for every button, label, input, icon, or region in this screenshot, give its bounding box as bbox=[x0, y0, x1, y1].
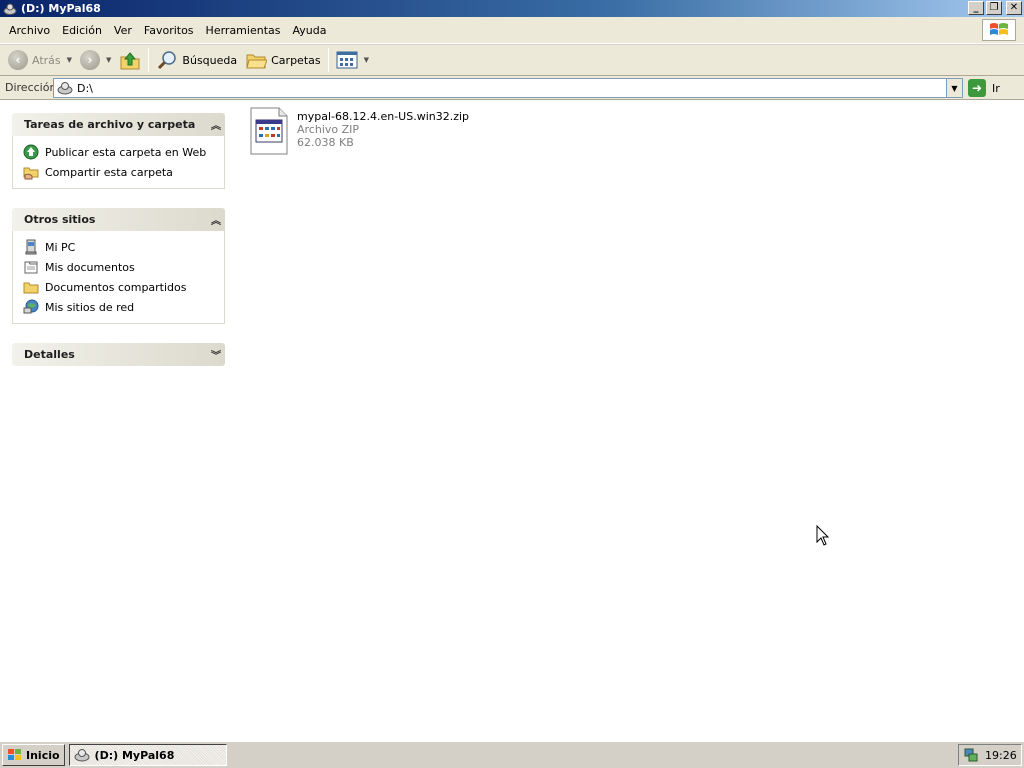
tasks-pane-title: Tareas de archivo y carpeta bbox=[24, 118, 196, 131]
go-label: Ir bbox=[992, 81, 1000, 95]
share-folder-icon bbox=[23, 167, 39, 180]
windows-logo-icon bbox=[982, 19, 1016, 41]
details-header[interactable]: Detalles ︾ bbox=[12, 343, 225, 366]
menu-ver[interactable]: Ver bbox=[108, 22, 138, 39]
other-places-header[interactable]: Otros sitios ︽ bbox=[12, 208, 225, 231]
share-folder-link[interactable]: Compartir esta carpeta bbox=[23, 162, 224, 182]
forward-button[interactable]: › ▼ bbox=[76, 47, 115, 73]
collapse-icon[interactable]: ︽ bbox=[211, 117, 221, 132]
drive-icon bbox=[74, 749, 90, 762]
share-folder-label: Compartir esta carpeta bbox=[45, 165, 173, 179]
go-arrow-icon: ➜ bbox=[968, 79, 986, 97]
taskbar-window-label: (D:) MyPal68 bbox=[94, 748, 175, 762]
minimize-button[interactable]: _ bbox=[968, 1, 984, 15]
views-icon bbox=[336, 51, 358, 69]
taskbar: Inicio (D:) MyPal68 19:26 bbox=[0, 741, 1024, 768]
details-title: Detalles bbox=[24, 348, 75, 361]
tasks-pane: Tareas de archivo y carpeta ︽ Publicar e… bbox=[12, 113, 225, 189]
toolbar-separator bbox=[327, 48, 329, 72]
file-type: Archivo ZIP bbox=[297, 123, 360, 136]
search-label: Búsqueda bbox=[182, 53, 238, 67]
search-button[interactable]: Búsqueda bbox=[152, 47, 241, 73]
shared-documents-label: Documentos compartidos bbox=[45, 280, 187, 294]
title-bar[interactable]: (D:) MyPal68 _ ❐ ✕ bbox=[0, 0, 1024, 17]
back-label: Atrás bbox=[32, 53, 61, 67]
standard-toolbar: ‹ Atrás ▼ › ▼ Búsqueda Carpetas ▼ bbox=[0, 44, 1024, 76]
taskbar-window-item[interactable]: (D:) MyPal68 bbox=[68, 744, 227, 766]
up-folder-icon bbox=[120, 52, 140, 70]
address-dropdown-button[interactable]: ▼ bbox=[946, 79, 962, 97]
system-tray: 19:26 bbox=[958, 744, 1022, 766]
mouse-cursor-icon bbox=[816, 525, 830, 546]
restore-button[interactable]: ❐ bbox=[986, 1, 1002, 15]
web-publish-icon bbox=[23, 144, 39, 160]
drive-icon bbox=[57, 82, 73, 95]
file-size: 62.038 KB bbox=[297, 136, 354, 149]
my-documents-icon bbox=[24, 261, 38, 274]
address-value: D:\ bbox=[77, 81, 93, 95]
menu-ayuda[interactable]: Ayuda bbox=[286, 22, 332, 39]
window-title: (D:) MyPal68 bbox=[21, 2, 101, 15]
back-dropdown-icon: ▼ bbox=[66, 56, 73, 64]
forward-dropdown-icon: ▼ bbox=[106, 56, 112, 64]
back-button[interactable]: ‹ Atrás ▼ bbox=[4, 47, 76, 73]
drive-icon bbox=[3, 3, 17, 15]
menu-favoritos[interactable]: Favoritos bbox=[138, 22, 200, 39]
address-label: Dirección bbox=[5, 81, 57, 94]
my-computer-link[interactable]: Mi PC bbox=[23, 237, 224, 257]
address-input[interactable]: D:\ ▼ bbox=[53, 78, 963, 98]
network-places-label: Mis sitios de red bbox=[45, 300, 135, 314]
toolbar-separator bbox=[148, 48, 150, 72]
my-documents-label: Mis documentos bbox=[45, 260, 135, 274]
menu-herramientas[interactable]: Herramientas bbox=[200, 22, 287, 39]
go-button[interactable]: ➜ Ir bbox=[968, 79, 1000, 97]
other-places-pane: Otros sitios ︽ Mi PC Mis documentos Docu… bbox=[12, 208, 225, 324]
address-bar: Dirección D:\ ▼ ➜ Ir bbox=[0, 76, 1024, 100]
file-item[interactable]: mypal-68.12.4.en-US.win32.zip Archivo ZI… bbox=[249, 106, 469, 156]
up-folder-button[interactable] bbox=[115, 47, 145, 73]
file-name: mypal-68.12.4.en-US.win32.zip bbox=[297, 110, 470, 123]
my-computer-icon bbox=[25, 239, 37, 255]
network-tray-icon[interactable] bbox=[963, 747, 979, 763]
menu-edicion[interactable]: Edición bbox=[56, 22, 108, 39]
folders-label: Carpetas bbox=[271, 53, 321, 67]
tasks-pane-header[interactable]: Tareas de archivo y carpeta ︽ bbox=[12, 113, 225, 136]
zip-file-icon bbox=[250, 107, 288, 155]
windows-flag-icon bbox=[8, 749, 21, 760]
close-button[interactable]: ✕ bbox=[1006, 1, 1022, 15]
network-places-icon bbox=[23, 299, 39, 314]
shared-folder-icon bbox=[23, 282, 39, 294]
views-dropdown-icon: ▼ bbox=[363, 56, 369, 64]
back-arrow-icon: ‹ bbox=[8, 50, 28, 70]
publish-web-label: Publicar esta carpeta en Web bbox=[45, 145, 207, 159]
publish-web-link[interactable]: Publicar esta carpeta en Web bbox=[23, 142, 224, 162]
shared-documents-link[interactable]: Documentos compartidos bbox=[23, 277, 224, 297]
folders-button[interactable]: Carpetas bbox=[241, 47, 324, 73]
collapse-icon[interactable]: ︽ bbox=[211, 212, 221, 227]
start-label: Inicio bbox=[26, 748, 60, 762]
other-places-title: Otros sitios bbox=[24, 213, 96, 226]
folders-icon bbox=[246, 54, 268, 69]
start-button[interactable]: Inicio bbox=[2, 744, 65, 766]
clock[interactable]: 19:26 bbox=[985, 749, 1017, 762]
views-button[interactable]: ▼ bbox=[332, 47, 373, 73]
my-documents-link[interactable]: Mis documentos bbox=[23, 257, 224, 277]
network-places-link[interactable]: Mis sitios de red bbox=[23, 297, 224, 317]
forward-arrow-icon: › bbox=[80, 50, 101, 70]
details-pane: Detalles ︾ bbox=[12, 343, 225, 366]
expand-icon[interactable]: ︾ bbox=[211, 347, 221, 362]
my-computer-label: Mi PC bbox=[45, 240, 76, 254]
menu-archivo[interactable]: Archivo bbox=[3, 22, 56, 39]
menu-bar: Archivo Edición Ver Favoritos Herramient… bbox=[0, 17, 1024, 44]
search-icon bbox=[158, 51, 177, 70]
